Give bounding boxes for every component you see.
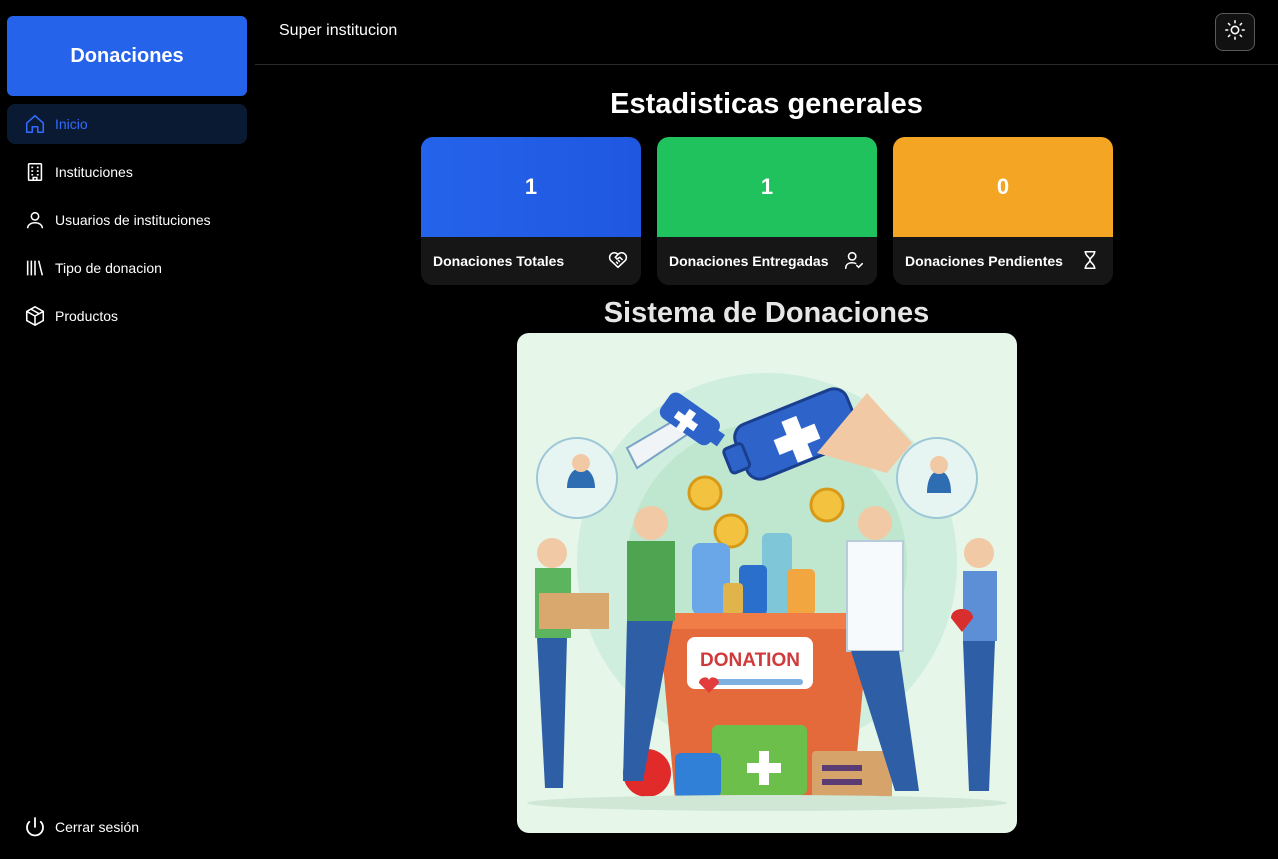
- stat-label: Donaciones Entregadas: [669, 253, 829, 269]
- sidebar-item-productos[interactable]: Productos: [7, 296, 247, 336]
- building-icon: [23, 160, 47, 184]
- sidebar-item-usuarios[interactable]: Usuarios de instituciones: [7, 200, 247, 240]
- stat-card-entregadas: 1 Donaciones Entregadas: [657, 137, 877, 285]
- stat-value: 0: [893, 137, 1113, 237]
- sidebar-item-label: Usuarios de instituciones: [55, 212, 211, 228]
- organization-name: Super institucion: [279, 22, 398, 39]
- stat-footer: Donaciones Totales: [421, 237, 641, 285]
- sun-icon: [1224, 19, 1246, 46]
- stat-card-totales: 1 Donaciones Totales: [421, 137, 641, 285]
- stat-card-pendientes: 0 Donaciones Pendientes: [893, 137, 1113, 285]
- stat-value: 1: [657, 137, 877, 237]
- stat-value: 1: [421, 137, 641, 237]
- stat-footer: Donaciones Pendientes: [893, 237, 1113, 285]
- sidebar-item-label: Inicio: [55, 116, 88, 132]
- donation-banner-text: DONATION: [700, 650, 800, 671]
- sidebar-item-tipo-donacion[interactable]: Tipo de donacion: [7, 248, 247, 288]
- sidebar-nav: Inicio Instituciones Usuarios de institu…: [7, 104, 247, 344]
- hourglass-icon: [1079, 249, 1101, 274]
- app-root: Donaciones Inicio Instituciones Usuarios…: [0, 0, 1278, 859]
- sidebar-item-inicio[interactable]: Inicio: [7, 104, 247, 144]
- sidebar-item-instituciones[interactable]: Instituciones: [7, 152, 247, 192]
- stat-label: Donaciones Pendientes: [905, 253, 1063, 269]
- stat-footer: Donaciones Entregadas: [657, 237, 877, 285]
- sidebar: Donaciones Inicio Instituciones Usuarios…: [0, 0, 255, 859]
- theme-toggle-button[interactable]: [1215, 13, 1255, 51]
- heart-handshake-icon: [607, 249, 629, 274]
- donation-illustration: DONATION: [517, 333, 1017, 833]
- logout-button[interactable]: Cerrar sesión: [23, 815, 139, 839]
- sidebar-item-label: Tipo de donacion: [55, 260, 162, 276]
- sidebar-item-label: Instituciones: [55, 164, 133, 180]
- box-icon: [23, 304, 47, 328]
- power-icon: [23, 815, 47, 839]
- system-title: Sistema de Donaciones: [603, 297, 930, 329]
- top-header: Super institucion: [255, 0, 1278, 65]
- stats-cards: 1 Donaciones Totales 1 Donaciones Entreg…: [421, 137, 1113, 285]
- home-icon: [23, 112, 47, 136]
- library-icon: [23, 256, 47, 280]
- logout-label: Cerrar sesión: [55, 819, 140, 835]
- sidebar-item-label: Productos: [55, 308, 119, 324]
- user-icon: [23, 208, 47, 232]
- stats-title: Estadisticas generales: [610, 88, 923, 120]
- stat-label: Donaciones Totales: [433, 253, 565, 269]
- brand-logo[interactable]: Donaciones: [7, 16, 247, 96]
- user-check-icon: [843, 249, 865, 274]
